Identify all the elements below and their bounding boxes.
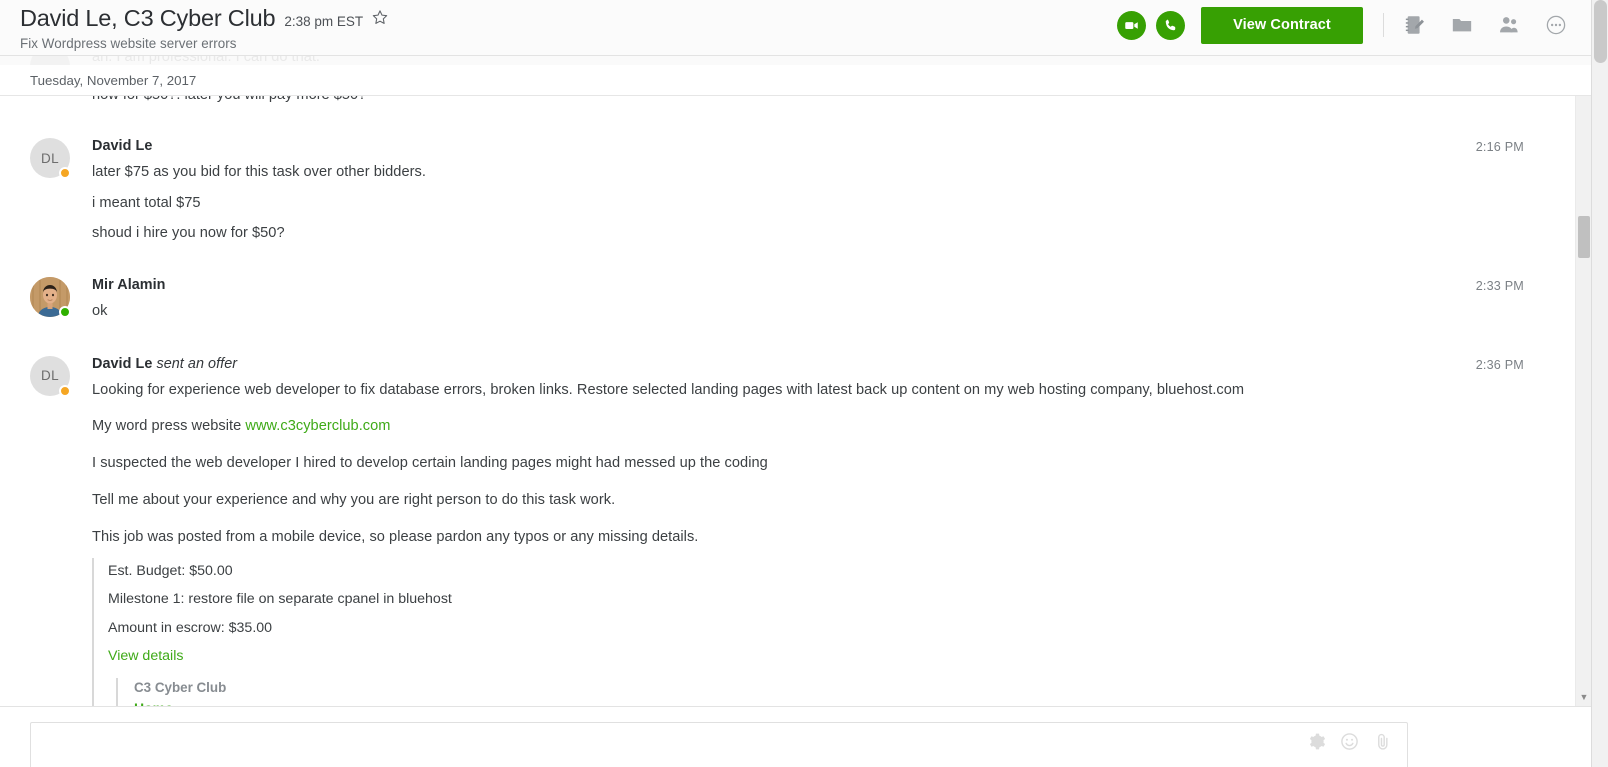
message-timestamp: 2:16 PM bbox=[1475, 140, 1524, 154]
message-line: i meant total $75 bbox=[92, 194, 201, 211]
more-options-icon[interactable] bbox=[1543, 12, 1569, 38]
message-item: Mir Alamin ok 2:33 PM bbox=[0, 255, 1574, 322]
message-line: I suspected the web developer I hired to… bbox=[92, 455, 768, 472]
message-item: DL David Le later $75 as you bid for thi… bbox=[0, 114, 1574, 244]
offer-milestone: Milestone 1: restore file on separate cp… bbox=[108, 591, 452, 608]
message-timestamp: 2:36 PM bbox=[1475, 357, 1524, 372]
gear-icon[interactable] bbox=[1306, 731, 1327, 752]
emoji-icon[interactable] bbox=[1339, 731, 1360, 752]
message-line: ok bbox=[92, 303, 108, 320]
view-details-link[interactable]: View details bbox=[108, 648, 183, 664]
header-title-area: David Le, C3 Cyber Club 2:38 pm EST Fix … bbox=[0, 0, 1117, 51]
avatar[interactable]: DL bbox=[30, 355, 71, 397]
notepad-edit-icon[interactable] bbox=[1402, 12, 1428, 38]
offer-details-box: Est. Budget: $50.00 Milestone 1: restore… bbox=[92, 558, 1574, 706]
clipped-message: now for $50?. later you will pay more $5… bbox=[0, 96, 1574, 114]
date-divider-label: Tuesday, November 7, 2017 bbox=[30, 72, 197, 88]
video-call-button[interactable] bbox=[1117, 10, 1146, 40]
folder-icon[interactable] bbox=[1449, 12, 1475, 38]
clipped-message-text: now for $50?. later you will pay more $5… bbox=[92, 96, 366, 103]
chat-application: David Le, C3 Cyber Club 2:38 pm EST Fix … bbox=[0, 0, 1608, 767]
message-list-scrollbar[interactable]: ▼ bbox=[1575, 96, 1591, 706]
people-icon[interactable] bbox=[1496, 12, 1522, 38]
message-line: This job was posted from a mobile device… bbox=[92, 528, 699, 545]
browser-scrollbar[interactable] bbox=[1591, 0, 1608, 767]
browser-scrollbar-thumb[interactable] bbox=[1594, 0, 1607, 63]
message-sender: Mir Alamin bbox=[92, 277, 166, 294]
message-timestamp: 2:33 PM bbox=[1475, 279, 1524, 294]
conversation-subtitle: Fix Wordpress website server errors bbox=[20, 36, 237, 51]
message-composer-area bbox=[0, 706, 1591, 767]
message-input[interactable] bbox=[31, 723, 1321, 767]
composer-tools bbox=[1306, 731, 1393, 752]
message-line: Looking for experience web developer to … bbox=[92, 381, 1245, 398]
conversation-header: David Le, C3 Cyber Club 2:38 pm EST Fix … bbox=[0, 0, 1591, 56]
header-timestamp: 2:38 pm EST bbox=[284, 14, 364, 29]
website-line-prefix: My word press website bbox=[92, 418, 246, 435]
message-line: later $75 as you bid for this task over … bbox=[92, 164, 426, 180]
message-line: shoud i hire you now for $50? bbox=[92, 225, 285, 242]
message-line-website: My word press website www.c3cyberclub.co… bbox=[92, 417, 1574, 437]
header-divider bbox=[1383, 13, 1384, 37]
view-contract-button[interactable]: View Contract bbox=[1201, 6, 1363, 44]
voice-call-button[interactable] bbox=[1156, 10, 1185, 40]
status-badge-away bbox=[59, 384, 71, 397]
message-sender: David Le sent an offer bbox=[92, 356, 1574, 372]
star-icon[interactable] bbox=[372, 9, 388, 28]
message-sender: David Le bbox=[92, 138, 153, 154]
status-badge-away bbox=[59, 167, 71, 179]
message-line: Tell me about your experience and why yo… bbox=[92, 491, 616, 508]
ghost-message-text: ah. I am professional. I can do that. bbox=[92, 56, 320, 65]
status-badge-online bbox=[59, 306, 71, 319]
avatar[interactable]: DL bbox=[30, 138, 71, 179]
message-item-offer: DL David Le sent an offer Looking for ex… bbox=[0, 333, 1574, 706]
website-link[interactable]: www.c3cyberclub.com bbox=[245, 418, 390, 434]
avatar[interactable] bbox=[30, 277, 71, 319]
offer-budget: Est. Budget: $50.00 bbox=[108, 563, 233, 580]
link-preview-card[interactable]: C3 Cyber Club Home Fun and Educational A… bbox=[116, 677, 1574, 706]
scrollbar-thumb[interactable] bbox=[1578, 216, 1590, 258]
message-composer[interactable] bbox=[30, 722, 1408, 767]
date-divider: Tuesday, November 7, 2017 bbox=[0, 65, 1591, 96]
title-row: David Le, C3 Cyber Club 2:38 pm EST bbox=[20, 5, 1117, 32]
offer-escrow: Amount in escrow: $35.00 bbox=[108, 619, 273, 636]
page-title: David Le, C3 Cyber Club bbox=[20, 5, 276, 31]
scroll-down-arrow-icon[interactable]: ▼ bbox=[1576, 690, 1592, 704]
message-action: sent an offer bbox=[156, 355, 238, 372]
attachment-icon[interactable] bbox=[1372, 731, 1393, 752]
preview-site-name: C3 Cyber Club bbox=[134, 679, 227, 695]
header-actions: View Contract bbox=[1117, 0, 1591, 50]
message-sender-name: David Le bbox=[92, 355, 153, 372]
message-list[interactable]: now for $50?. later you will pay more $5… bbox=[0, 96, 1574, 706]
